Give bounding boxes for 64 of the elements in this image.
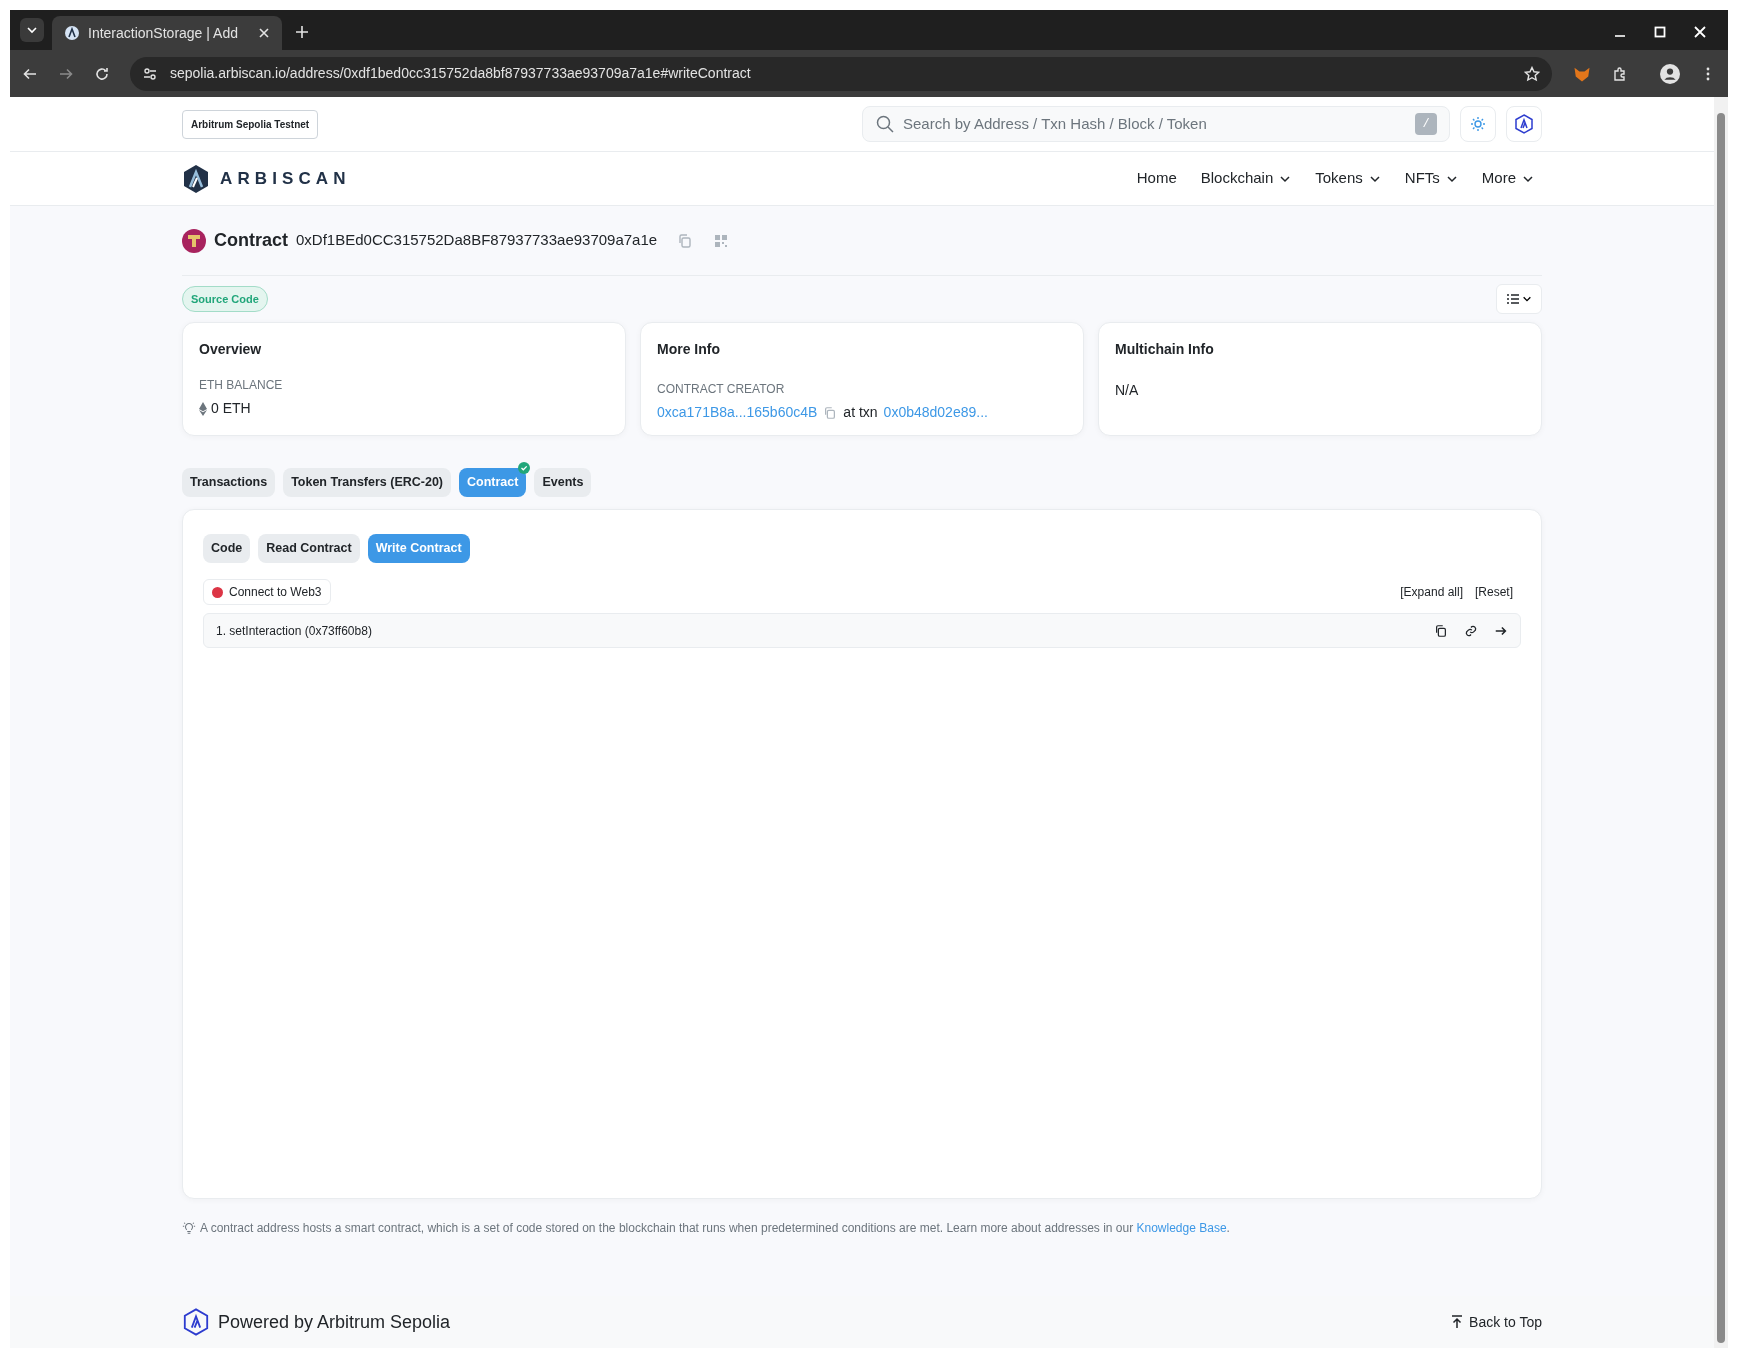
logo-text[interactable]: ARBISCAN — [220, 165, 351, 192]
source-code-badge: Source Code — [182, 285, 268, 313]
lightbulb-icon — [182, 1221, 196, 1235]
nav-link[interactable]: NFTs — [1404, 167, 1440, 190]
toolbar-link[interactable]: [Expand all] — [1400, 583, 1463, 601]
connect-web3-button[interactable]: Connect to Web3 — [203, 579, 331, 605]
chevron-down-icon — [26, 24, 38, 36]
tab[interactable]: Token Transfers (ERC-20) — [283, 468, 452, 497]
copy-icon[interactable] — [1434, 623, 1448, 638]
page-title: Contract — [214, 229, 288, 252]
tab-search-button[interactable] — [20, 18, 44, 42]
card-title: Multichain Info — [1115, 340, 1215, 359]
card-title: Overview — [199, 340, 263, 359]
function-name: 1. setInteraction (0x73ff60b8) — [216, 622, 372, 640]
hexagon-logo-icon — [182, 1308, 210, 1336]
reload-icon[interactable] — [94, 65, 110, 82]
network-badge: Arbitrum Sepolia Testnet — [182, 109, 319, 139]
chevron-down-icon — [1522, 294, 1532, 304]
search-input[interactable]: Search by Address / Txn Hash / Block / Token — [903, 112, 1407, 136]
tab[interactable]: Transactions — [182, 468, 276, 497]
back-to-top-link[interactable]: Back to Top — [1451, 1311, 1542, 1333]
nav-link[interactable]: Blockchain — [1200, 167, 1274, 190]
search-icon — [875, 114, 895, 134]
maximize-icon[interactable] — [1654, 26, 1666, 38]
address-bar[interactable]: sepolia.arbiscan.io/address/0xdf1bed0cc315752da8bf87937733ae93709a7a1e#writeContract — [130, 56, 1552, 91]
toolbar-link[interactable]: [Reset] — [1475, 583, 1513, 601]
balance-value: 0 ETH — [211, 399, 251, 418]
multichain-value: N/A — [1115, 381, 1140, 400]
list-dropdown-button[interactable] — [1496, 284, 1542, 314]
nav-link[interactable]: More — [1481, 167, 1516, 190]
tab-title: InteractionStorage | Add — [88, 23, 239, 43]
info-note: A contract address hosts a smart contract, which is a set of code stored on the blockchain that runs when predetermined conditions are met. Learn more about addresses in our Knowledge Base. — [200, 1220, 1230, 1237]
puzzle-icon[interactable] — [1612, 65, 1628, 82]
txn-label: at txn — [843, 403, 878, 422]
ethereum-icon — [199, 401, 207, 416]
new-tab-icon[interactable] — [294, 24, 310, 40]
arbiscan-logo-icon[interactable] — [182, 163, 210, 194]
profile-icon[interactable] — [1660, 63, 1680, 84]
star-icon[interactable] — [1524, 65, 1540, 82]
function-row[interactable]: 1. setInteraction (0x73ff60b8) — [203, 613, 1521, 648]
tab[interactable]: Events — [534, 468, 592, 497]
site-favicon-icon — [64, 25, 80, 41]
field-label: CONTRACT CREATOR — [657, 381, 786, 398]
browser-tab[interactable]: InteractionStorage | Add — [52, 16, 282, 50]
powered-by-text: Powered by Arbitrum Sepolia — [218, 1310, 451, 1334]
url-text: sepolia.arbiscan.io/address/0xdf1bed0cc315752da8bf87937733ae93709a7a1e#writeContract — [170, 64, 751, 83]
contract-address: 0xDf1BEd0CC315752Da8BF87937733ae93709a7a1e — [296, 230, 658, 251]
contract-avatar-icon — [182, 228, 206, 253]
link-icon[interactable] — [1464, 623, 1478, 638]
arrow-up-icon — [1451, 1315, 1464, 1329]
subtab[interactable]: Read Contract — [258, 534, 360, 563]
nav-link[interactable]: Tokens — [1315, 167, 1363, 190]
card-title: More Info — [657, 340, 721, 359]
field-label: ETH BALANCE — [199, 377, 284, 394]
site-settings-icon[interactable] — [142, 65, 158, 82]
shortcut-key: / — [1415, 113, 1437, 135]
list-icon — [1506, 292, 1520, 306]
network-button[interactable] — [1506, 106, 1542, 142]
nav-link[interactable]: Home — [1136, 167, 1177, 190]
scrollbar[interactable] — [1714, 97, 1728, 1348]
subtab[interactable]: Code — [203, 534, 251, 563]
hexagon-logo-icon — [1514, 114, 1534, 134]
close-icon[interactable] — [258, 27, 270, 39]
sun-icon — [1470, 116, 1486, 132]
